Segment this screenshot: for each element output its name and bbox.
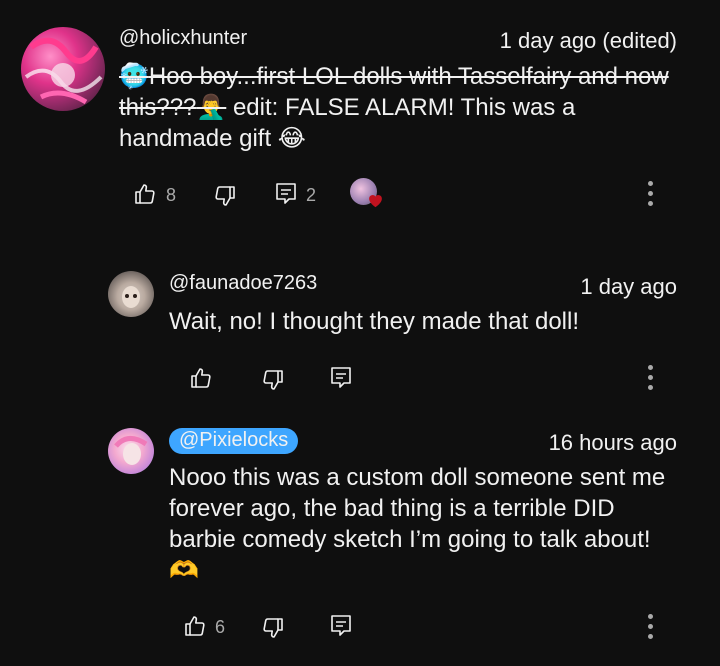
reply2-like-button[interactable]: [183, 614, 207, 638]
reply-icon: [276, 183, 296, 204]
reply-timestamp[interactable]: 1 day ago: [580, 274, 677, 300]
reply2-like-count: 6: [215, 617, 226, 637]
reply-text: Nooo this was a custom doll someone sent…: [169, 462, 699, 586]
comment-more-button[interactable]: [640, 181, 660, 206]
creator-heart-icon: [369, 195, 382, 208]
reply-timestamp[interactable]: 16 hours ago: [549, 430, 677, 456]
more-vert-icon: [647, 181, 653, 186]
reply1-like-button[interactable]: [189, 366, 213, 390]
reply-icon: [331, 367, 351, 388]
reply2-dislike-button[interactable]: [261, 616, 285, 640]
avatar-pixielocks[interactable]: [108, 428, 154, 474]
comment-text: 🥶Hoo boy...first LOL dolls with Tasselfa…: [119, 61, 699, 154]
thumbs-up-icon: [135, 184, 155, 204]
reply-icon: [331, 615, 351, 636]
dislike-button[interactable]: [213, 184, 237, 208]
laughing-emoji: 😂: [277, 124, 306, 152]
reply2-reply-button[interactable]: [330, 614, 352, 638]
reply-text: Wait, no! I thought they made that doll!: [169, 308, 580, 335]
reply1-dislike-button[interactable]: [261, 368, 285, 392]
comment-text-line3: handmade gift: [119, 125, 272, 152]
thumbs-up-icon: [191, 368, 211, 388]
reply-count[interactable]: 2: [306, 185, 316, 206]
avatar-holicxhunter[interactable]: [21, 27, 105, 111]
thumbs-down-icon: [215, 186, 235, 206]
comment-text-struck-line1: Hoo boy...first LOL dolls with Tasselfai…: [148, 63, 669, 90]
reply-text-line1: Nooo this was a custom doll someone sent…: [169, 464, 666, 491]
cold-face-emoji: 🥶: [119, 62, 149, 90]
reply1-more-button[interactable]: [640, 365, 660, 390]
comment-text-edit: edit: FALSE ALARM! This was a: [226, 94, 576, 121]
reply-author-handle[interactable]: @Pixielocks: [169, 428, 299, 454]
comment-text-struck-line2: this???: [119, 94, 197, 121]
comment-timestamp[interactable]: 1 day ago (edited): [500, 28, 677, 54]
creator-handle-badge[interactable]: @Pixielocks: [169, 428, 299, 454]
reply2-more-button[interactable]: [640, 614, 660, 639]
like-count: 8: [166, 185, 177, 205]
reply-author-handle[interactable]: @faunadoe7263: [169, 272, 317, 295]
reply-text-line3: barbie comedy sketch I’m going to talk a…: [169, 526, 651, 553]
more-vert-icon: [647, 365, 653, 370]
heart-hands-emoji: 🫶: [169, 556, 199, 584]
reply-text-line2: forever ago, the bad thing is a terrible…: [169, 495, 615, 522]
facepalm-emoji: 🤦‍♂️: [196, 93, 227, 121]
thumbs-up-icon: [185, 616, 205, 636]
reply1-reply-button[interactable]: [330, 366, 352, 390]
like-button[interactable]: [133, 182, 157, 206]
comment-author-handle[interactable]: @holicxhunter: [119, 27, 247, 50]
more-vert-icon: [647, 614, 653, 619]
thumbs-down-icon: [263, 618, 283, 638]
creator-heart-badge: [350, 178, 386, 212]
reply-button[interactable]: [275, 182, 297, 206]
thumbs-down-icon: [263, 370, 283, 390]
avatar-faunadoe7263[interactable]: [108, 271, 154, 317]
